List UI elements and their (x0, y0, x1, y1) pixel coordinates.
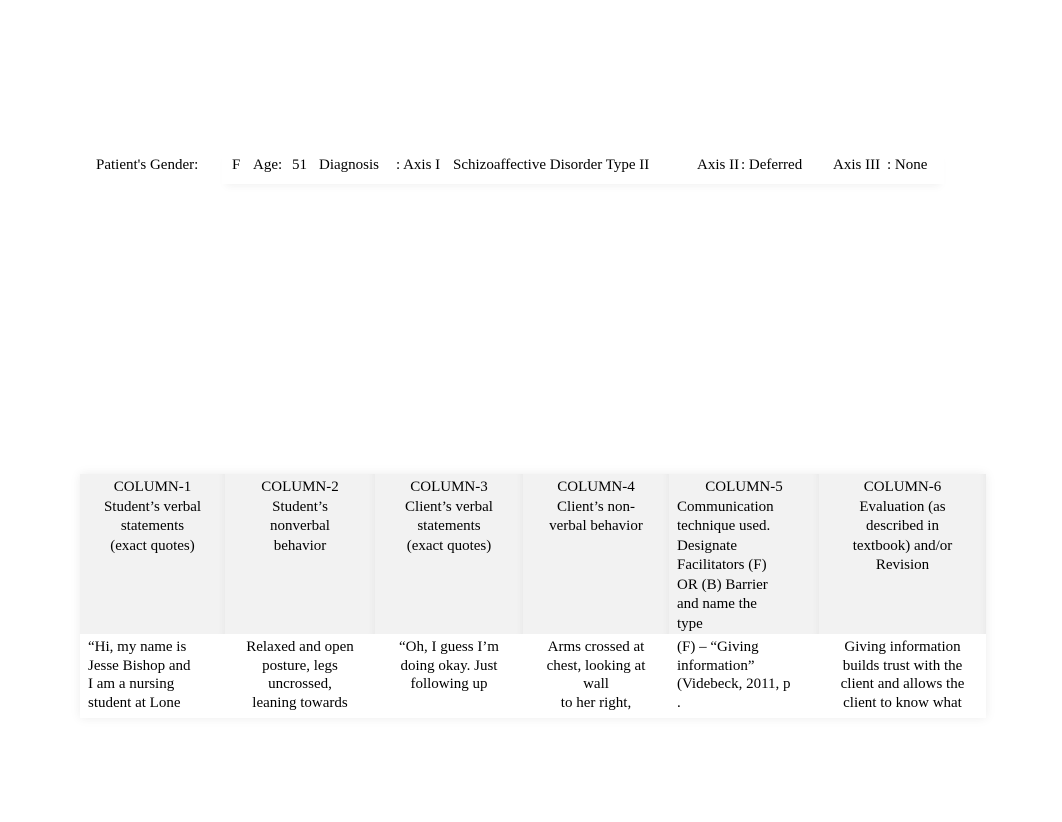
column-desc-line: type (677, 615, 703, 632)
column-id: COLUMN-3 (410, 479, 488, 495)
column-id: COLUMN-2 (261, 479, 339, 495)
column-desc-line: Revision (875, 557, 930, 573)
cell-client-verbal: “Oh, I guess I’m doing okay. Just follow… (375, 634, 523, 718)
axis1-value: Schizoaffective Disorder Type II (453, 157, 650, 173)
column-header-5: COLUMN-5 Communication technique used. D… (669, 474, 819, 634)
column-header-2: COLUMN-2 Student’s nonverbal behavior (225, 474, 375, 634)
axis1-label: : Axis I (396, 157, 441, 173)
age-label: Age: (253, 157, 283, 173)
column-header-3: COLUMN-3 Client’s verbal statements (exa… (375, 474, 523, 634)
column-desc-line: technique used. (677, 518, 771, 534)
column-desc-line: Student’s (272, 498, 328, 515)
cell-line: following up (410, 676, 488, 692)
column-id: COLUMN-4 (557, 479, 635, 495)
column-desc-line: Communication (677, 498, 774, 515)
column-header-6: COLUMN-6 Evaluation (as described in tex… (819, 474, 986, 634)
column-desc-line: Student’s verbal (103, 498, 202, 515)
column-desc-line: Client’s non- (557, 498, 635, 515)
column-desc-line: Designate (677, 537, 737, 554)
age-value: 51 (292, 157, 307, 173)
column-id: COLUMN-1 (113, 479, 192, 495)
cell-line: client and allows the (840, 676, 965, 692)
column-desc-line: statements (417, 518, 481, 534)
cell-evaluation: Giving information builds trust with the… (819, 634, 986, 718)
cell-line: posture, legs (262, 657, 338, 674)
axis2-value: : Deferred (741, 157, 803, 173)
cell-line: leaning towards (252, 694, 348, 711)
cell-line: “Hi, my name is (88, 639, 187, 655)
cell-line: chest, looking at (546, 657, 646, 674)
cell-line: builds trust with the (842, 657, 963, 674)
cell-line: student at Lone (88, 694, 181, 711)
column-desc-line: textbook) and/or (852, 537, 953, 554)
process-recording-table: COLUMN-1 Student’s verbal statements (ex… (80, 474, 986, 718)
diagnosis-label: Diagnosis (319, 157, 379, 173)
cell-line: uncrossed, (268, 676, 332, 692)
header-row: COLUMN-1 Student’s verbal statements (ex… (80, 474, 986, 634)
gender-label: Patient's Gender: (96, 157, 199, 173)
column-desc-line: Client’s verbal (405, 498, 493, 515)
axis2-label: Axis II (697, 157, 740, 173)
cell-line: (Videbeck, 2011, p (677, 676, 791, 692)
cell-line: to her right, (560, 694, 632, 711)
cell-client-nonverbal: Arms crossed at chest, looking at wall t… (523, 634, 669, 718)
axis3-value: : None (887, 157, 928, 173)
cell-line: (F) – “Giving (677, 639, 759, 655)
cell-line: Arms crossed at (547, 639, 645, 655)
table: COLUMN-1 Student’s verbal statements (ex… (80, 474, 986, 718)
cell-line: . (677, 694, 681, 711)
column-desc-line: described in (866, 518, 939, 534)
column-header-4: COLUMN-4 Client’s non- verbal behavior (523, 474, 669, 634)
column-desc-line: Facilitators (F) (677, 557, 767, 573)
gender-value: F (232, 157, 241, 173)
cell-communication-technique: (F) – “Giving information” (Videbeck, 20… (669, 634, 819, 718)
column-desc-line: OR (B) Barrier (677, 576, 768, 593)
column-desc-line: verbal behavior (549, 518, 643, 534)
column-desc-line: statements (120, 518, 185, 534)
cell-line: Giving information (844, 639, 961, 655)
cell-line: I am a nursing (88, 676, 175, 692)
cell-student-verbal: “Hi, my name is Jesse Bishop and I am a … (80, 634, 225, 718)
column-desc-line: (exact quotes) (406, 537, 492, 554)
axis3-label: Axis III (833, 157, 881, 173)
cell-line: client to know what (843, 694, 962, 711)
column-desc-line: behavior (273, 537, 327, 554)
cell-line: information” (677, 657, 755, 674)
column-desc-line: nonverbal (270, 518, 330, 534)
column-id: COLUMN-6 (863, 479, 942, 495)
column-desc-line: Evaluation (as (859, 498, 946, 515)
column-header-1: COLUMN-1 Student’s verbal statements (ex… (80, 474, 225, 634)
table-row: “Hi, my name is Jesse Bishop and I am a … (80, 634, 986, 718)
cell-line: doing okay. Just (400, 657, 498, 674)
cell-student-nonverbal: Relaxed and open posture, legs uncrossed… (225, 634, 375, 718)
cell-line: wall (583, 676, 609, 692)
cell-line: “Oh, I guess I’m (399, 639, 499, 655)
cell-line: Jesse Bishop and (88, 657, 191, 674)
column-desc-line: (exact quotes) (110, 537, 195, 554)
column-desc-line: and name the (677, 596, 757, 612)
cell-line: Relaxed and open (246, 639, 354, 655)
column-id: COLUMN-5 (705, 479, 783, 495)
